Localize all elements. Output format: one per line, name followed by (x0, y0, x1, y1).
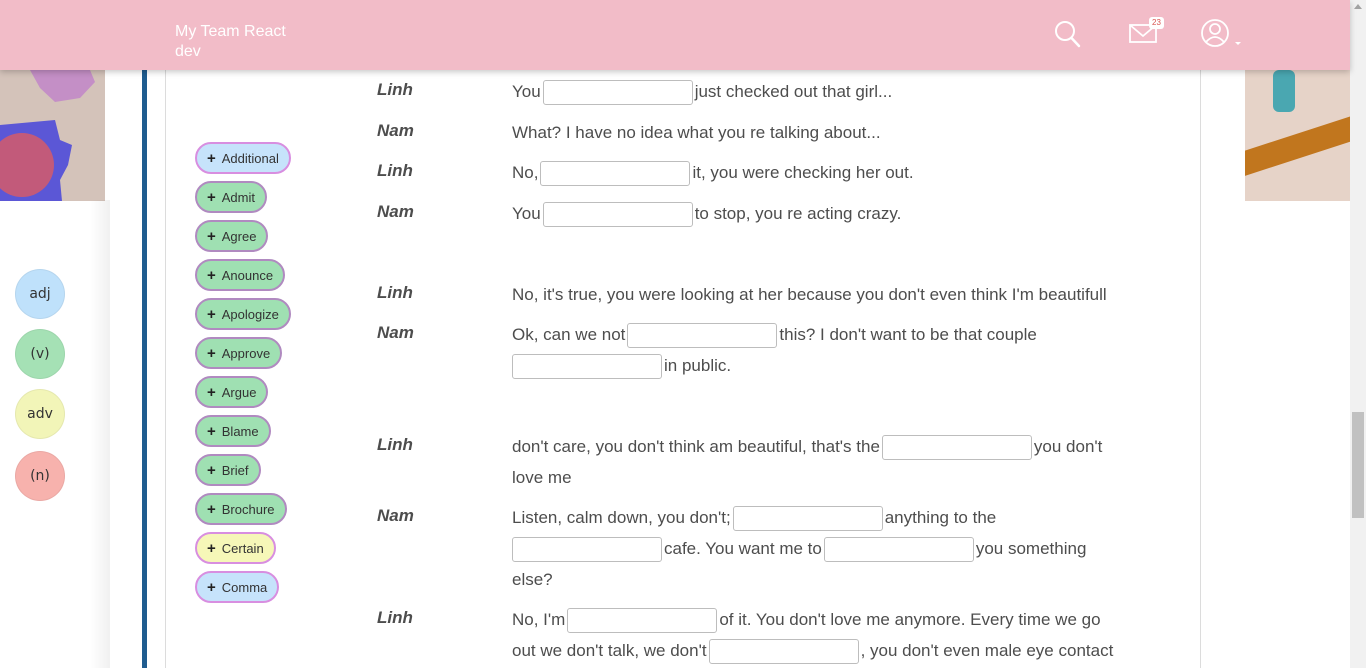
dialogue-line: No, it, you were checking her out. (512, 157, 914, 188)
dialogue-line: You just checked out that girl... (512, 76, 892, 107)
answer-blank-input[interactable] (627, 323, 778, 349)
dialogue-line: No, it's true, you were looking at her b… (512, 285, 1107, 304)
dialogue-line: don't care, you don't think am beautiful… (512, 431, 1102, 462)
speaker-name: Linh (377, 608, 413, 627)
user-account-icon[interactable] (1200, 18, 1244, 50)
answer-blank-input[interactable] (567, 608, 718, 634)
content-accent-bar (142, 70, 147, 668)
word-chip-brief[interactable]: + Brief (195, 454, 261, 486)
dialogue-line: Ok, can we not this? I don't want to be t… (512, 319, 1037, 350)
word-chip-apologize[interactable]: + Apologize (195, 298, 291, 330)
search-icon[interactable] (1053, 18, 1083, 50)
legend-adjective: adj (15, 269, 65, 319)
word-chip-agree[interactable]: + Agree (195, 220, 269, 252)
dialogue-line: cafe. You want me to you something (512, 533, 1086, 564)
top-navbar: My Team React dev 23 (0, 0, 1350, 70)
answer-blank-input[interactable] (512, 537, 662, 563)
legend-verb: (v) (15, 329, 65, 379)
plus-icon: + (207, 461, 216, 479)
crayons-decoration-image (1245, 70, 1350, 201)
speaker-name: Nam (377, 121, 414, 140)
speaker-name: Nam (377, 506, 414, 525)
plus-icon: + (207, 500, 216, 518)
word-chip-anounce[interactable]: + Anounce (195, 259, 286, 291)
dialogue-line: else? (512, 570, 553, 589)
plus-icon: + (207, 149, 216, 167)
dialogue-line: out we don't talk, we don't, you don't e… (512, 635, 1113, 666)
dialogue-line: You to stop, you re acting crazy. (512, 198, 901, 229)
answer-blank-input[interactable] (542, 80, 693, 106)
answer-blank-input[interactable] (542, 202, 693, 228)
brand-title[interactable]: My Team React dev (175, 22, 315, 62)
plus-icon: + (207, 188, 216, 206)
speaker-name: Linh (377, 80, 413, 99)
dialogue-line: Listen, calm down, you don't; anything to… (512, 502, 996, 533)
answer-blank-input[interactable] (881, 435, 1032, 461)
word-chip-comma[interactable]: + Comma (195, 571, 280, 603)
dialogue-line: love me (512, 468, 572, 487)
plus-icon: + (207, 305, 216, 323)
speaker-name: Linh (377, 435, 413, 454)
answer-blank-input[interactable] (540, 161, 691, 187)
page-shadow (90, 200, 110, 668)
word-chip-admit[interactable]: + Admit (195, 181, 267, 213)
page-scrollbar[interactable] (1350, 0, 1366, 668)
answer-blank-input[interactable] (512, 354, 662, 380)
speaker-name: Linh (377, 161, 413, 180)
dialogue-line: No, I'm of it. You don't love me anymore.… (512, 604, 1101, 635)
scrollbar-thumb[interactable] (1352, 412, 1364, 518)
mail-count-badge: 23 (1149, 17, 1164, 29)
plus-icon: + (207, 266, 216, 284)
plus-icon: + (207, 227, 216, 245)
word-chip-approve[interactable]: + Approve (195, 337, 283, 369)
plus-icon: + (207, 344, 216, 362)
answer-blank-input[interactable] (732, 506, 883, 532)
word-chip-argue[interactable]: + Argue (195, 376, 269, 408)
speaker-name: Nam (377, 202, 414, 221)
word-chip-certain[interactable]: + Certain (195, 532, 276, 564)
speaker-name: Nam (377, 323, 414, 342)
plus-icon: + (207, 578, 216, 596)
legend-noun: (n) (15, 451, 65, 501)
legend-adverb: adv (15, 389, 65, 439)
dialogue-line: in public. (512, 350, 731, 381)
plus-icon: + (207, 383, 216, 401)
word-chip-blame[interactable]: + Blame (195, 415, 271, 447)
plus-icon: + (207, 539, 216, 557)
speaker-name: Linh (377, 283, 413, 302)
word-chip-additional[interactable]: + Additional (195, 142, 291, 174)
puzzle-decoration-image (0, 70, 105, 201)
scroll-up-arrow-icon[interactable] (1354, 4, 1362, 9)
word-chip-brochure[interactable]: + Brochure (195, 493, 287, 525)
answer-blank-input[interactable] (708, 639, 859, 665)
answer-blank-input[interactable] (823, 537, 974, 563)
plus-icon: + (207, 422, 216, 440)
dialogue-line: What? I have no idea what you re talking… (512, 123, 881, 142)
